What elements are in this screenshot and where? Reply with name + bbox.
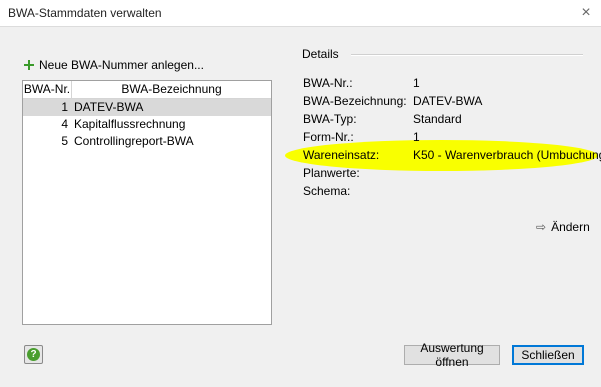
schliessen-button[interactable]: Schließen [512, 345, 584, 365]
list-row[interactable]: 1 DATEV-BWA [23, 99, 271, 116]
add-bwa-number-label: Neue BWA-Nummer anlegen... [39, 58, 204, 72]
detail-label: Planwerte: [303, 166, 360, 180]
list-header: BWA-Nr. BWA-Bezeichnung [23, 81, 271, 99]
cell-bwa-name: DATEV-BWA [74, 100, 144, 114]
dialog-body: Neue BWA-Nummer anlegen... BWA-Nr. BWA-B… [0, 26, 601, 387]
bwa-list[interactable]: BWA-Nr. BWA-Bezeichnung 1 DATEV-BWA 4 Ka… [22, 80, 272, 325]
details-legend: Details [299, 47, 342, 61]
detail-row-schema: Schema: [303, 183, 593, 199]
title-bar: BWA-Stammdaten verwalten × [0, 0, 601, 26]
help-icon: ? [27, 348, 40, 361]
detail-value: Standard [413, 112, 462, 126]
detail-value: K50 - Warenverbrauch (Umbuchung) [413, 148, 601, 162]
detail-value: DATEV-BWA [413, 94, 483, 108]
detail-row-form-nr: Form-Nr.: 1 [303, 129, 593, 145]
detail-row-wareneinsatz: Wareneinsatz: K50 - Warenverbrauch (Umbu… [303, 147, 601, 163]
close-icon[interactable]: × [571, 0, 601, 26]
list-row[interactable]: 4 Kapitalflussrechnung [23, 116, 271, 133]
detail-row-bwa-typ: BWA-Typ: Standard [303, 111, 593, 127]
aendern-link[interactable]: ⇨ Ändern [536, 220, 590, 234]
details-group: Details BWA-Nr.: 1 BWA-Bezeichnung: DATE… [295, 47, 601, 207]
detail-row-planwerte: Planwerte: [303, 165, 593, 181]
detail-label: Wareneinsatz: [303, 148, 380, 162]
add-bwa-number-link[interactable]: Neue BWA-Nummer anlegen... [24, 57, 204, 73]
detail-value: 1 [413, 130, 420, 144]
column-header-bwa-bezeichnung[interactable]: BWA-Bezeichnung [72, 81, 271, 98]
cell-bwa-nr: 5 [61, 134, 68, 148]
detail-label: BWA-Bezeichnung: [303, 94, 407, 108]
detail-label: Schema: [303, 184, 351, 198]
detail-row-bwa-nr: BWA-Nr.: 1 [303, 75, 593, 91]
detail-label: BWA-Typ: [303, 112, 357, 126]
detail-label: BWA-Nr.: [303, 76, 353, 90]
auswertung-oeffnen-button[interactable]: Auswertung öffnen [404, 341, 500, 369]
details-divider [351, 54, 583, 55]
plus-icon [24, 60, 34, 70]
window-title: BWA-Stammdaten verwalten [8, 6, 162, 20]
cell-bwa-nr: 4 [61, 117, 68, 131]
cell-bwa-nr: 1 [61, 100, 68, 114]
help-button[interactable]: ? [24, 345, 43, 364]
arrow-right-icon: ⇨ [536, 220, 547, 234]
column-header-bwa-nr[interactable]: BWA-Nr. [23, 81, 72, 98]
cell-bwa-name: Controllingreport-BWA [74, 134, 194, 148]
cell-bwa-name: Kapitalflussrechnung [74, 117, 186, 131]
aendern-label: Ändern [551, 220, 590, 234]
detail-label: Form-Nr.: [303, 130, 354, 144]
list-row[interactable]: 5 Controllingreport-BWA [23, 133, 271, 150]
detail-value: 1 [413, 76, 420, 90]
detail-row-bwa-bezeichnung: BWA-Bezeichnung: DATEV-BWA [303, 93, 593, 109]
